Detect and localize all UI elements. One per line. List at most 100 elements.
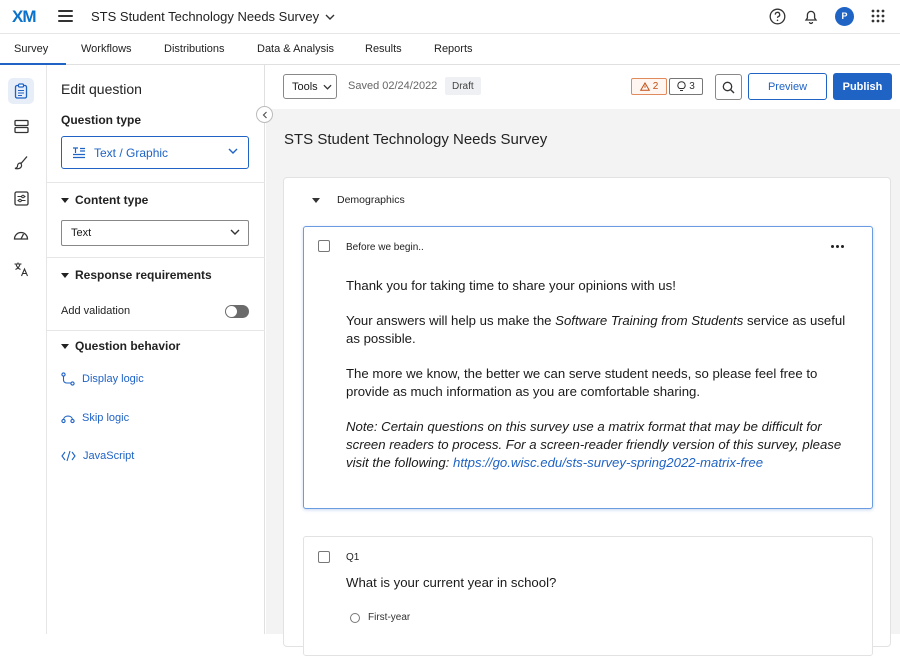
app-grid-icon[interactable] — [868, 6, 888, 26]
intro-note: Note: Certain questions on this survey u… — [346, 418, 846, 472]
preview-button[interactable]: Preview — [748, 73, 827, 100]
javascript-label: JavaScript — [83, 450, 135, 462]
question-card[interactable]: Before we begin.. Thank you for taking t… — [303, 226, 873, 509]
display-logic-label: Display logic — [82, 373, 144, 385]
blocks-icon — [13, 119, 29, 133]
question-type-dropdown[interactable]: Text / Graphic — [61, 136, 249, 169]
warnings-button[interactable]: 2 — [631, 78, 667, 95]
block-header[interactable]: Demographics — [312, 194, 405, 206]
add-validation-label: Add validation — [61, 305, 131, 317]
tab-survey[interactable]: Survey — [0, 43, 67, 65]
text-graphic-icon — [73, 146, 85, 158]
question-id: Before we begin.. — [346, 242, 424, 253]
publish-button[interactable]: Publish — [833, 73, 892, 100]
warnings-count: 2 — [652, 81, 659, 92]
display-logic-link[interactable]: Display logic — [61, 372, 144, 386]
caret-down-icon — [61, 272, 69, 278]
collapse-panel-button[interactable] — [256, 106, 273, 123]
more-options-icon[interactable] — [831, 245, 844, 248]
caret-down-icon — [61, 343, 69, 349]
javascript-link[interactable]: JavaScript — [61, 450, 134, 462]
survey-options-button[interactable] — [8, 185, 34, 211]
caret-down-icon — [312, 197, 320, 203]
content-type-dropdown[interactable]: Text — [61, 220, 249, 246]
help-icon[interactable] — [767, 6, 787, 26]
content-type-value: Text — [71, 227, 92, 239]
editor-toolbar: Tools Saved 02/24/2022 Draft 2 3 Preview… — [266, 65, 900, 109]
tab-distributions[interactable]: Distributions — [164, 43, 225, 55]
question-card[interactable]: Q1 What is your current year in school? … — [303, 536, 873, 656]
question-text[interactable]: Thank you for taking time to share your … — [346, 277, 846, 489]
scoring-button[interactable] — [8, 221, 34, 247]
tools-dropdown[interactable]: Tools — [283, 74, 337, 99]
draft-badge: Draft — [445, 77, 481, 95]
settings-sliders-icon — [13, 190, 29, 206]
look-and-feel-button[interactable] — [8, 149, 34, 175]
search-button[interactable] — [715, 74, 742, 100]
tools-label: Tools — [292, 80, 318, 93]
add-validation-toggle[interactable] — [225, 305, 249, 318]
chevron-down-icon — [325, 14, 335, 20]
intro-text: Your answers will help us make the — [346, 313, 556, 328]
content-type-toggle[interactable]: Content type — [61, 193, 148, 207]
code-icon — [61, 450, 76, 462]
divider — [47, 330, 265, 331]
block-name: Demographics — [337, 194, 405, 206]
survey-editor-button[interactable] — [8, 78, 34, 104]
chevron-left-icon — [262, 111, 267, 118]
tab-workflows[interactable]: Workflows — [81, 43, 132, 55]
chevron-down-icon — [323, 84, 332, 90]
question-behavior-toggle[interactable]: Question behavior — [61, 339, 180, 353]
question-text[interactable]: What is your current year in school? — [346, 575, 556, 590]
main-nav-tabs: Survey Workflows Distributions Data & An… — [0, 34, 900, 65]
response-requirements-label: Response requirements — [75, 268, 212, 282]
tab-reports[interactable]: Reports — [434, 43, 473, 55]
question-select-checkbox[interactable] — [318, 240, 330, 252]
warning-icon — [639, 82, 650, 91]
survey-editor: Tools Saved 02/24/2022 Draft 2 3 Preview… — [266, 65, 900, 656]
choice-label: First-year — [368, 612, 411, 623]
question-select-checkbox[interactable] — [318, 551, 330, 563]
divider — [47, 182, 265, 183]
edit-question-panel: Edit question Question type Text / Graph… — [47, 65, 265, 634]
recommendations-count: 3 — [689, 81, 695, 92]
user-avatar[interactable]: P — [835, 6, 854, 26]
question-type-value: Text / Graphic — [94, 145, 169, 160]
gauge-icon — [13, 231, 29, 240]
intro-emphasis: Software Training from Students — [555, 313, 744, 328]
clipboard-icon — [14, 83, 28, 99]
radio-button[interactable] — [350, 612, 360, 623]
display-logic-icon — [61, 372, 75, 386]
menu-icon[interactable] — [58, 10, 73, 22]
intro-paragraph: Thank you for taking time to share your … — [346, 278, 676, 293]
intro-paragraph: Your answers will help us make the Softw… — [346, 312, 846, 348]
chevron-down-icon — [230, 229, 240, 235]
notifications-bell-icon[interactable] — [801, 6, 821, 26]
question-block: Demographics Before we begin.. Thank you… — [283, 177, 891, 656]
survey-flow-button[interactable] — [8, 113, 34, 139]
chevron-down-icon — [228, 148, 238, 154]
tool-rail — [0, 65, 47, 634]
survey-switcher[interactable]: STS Student Technology Needs Survey — [91, 9, 335, 24]
matrix-free-link[interactable]: https://go.wisc.edu/sts-survey-spring202… — [453, 455, 763, 470]
skip-logic-link[interactable]: Skip logic — [61, 411, 129, 425]
xm-logo[interactable]: XM — [12, 7, 36, 27]
skip-logic-icon — [61, 415, 75, 424]
skip-logic-label: Skip logic — [82, 412, 130, 424]
search-icon — [722, 81, 735, 93]
content-type-label: Content type — [75, 193, 149, 207]
tab-data-analysis[interactable]: Data & Analysis — [257, 43, 334, 55]
choice-row[interactable]: First-year — [350, 612, 410, 623]
brush-icon — [14, 155, 27, 169]
survey-title-label: STS Student Technology Needs Survey — [91, 9, 320, 24]
survey-name[interactable]: STS Student Technology Needs Survey — [284, 131, 547, 148]
response-requirements-toggle[interactable]: Response requirements — [61, 268, 212, 282]
tab-results[interactable]: Results — [365, 43, 402, 55]
translate-button[interactable] — [8, 256, 34, 282]
question-id: Q1 — [346, 552, 360, 563]
question-behavior-label: Question behavior — [75, 339, 181, 353]
caret-down-icon — [61, 197, 69, 203]
panel-title: Edit question — [61, 81, 142, 97]
saved-status: Saved 02/24/2022 — [348, 80, 438, 92]
recommendations-button[interactable]: 3 — [669, 78, 703, 95]
